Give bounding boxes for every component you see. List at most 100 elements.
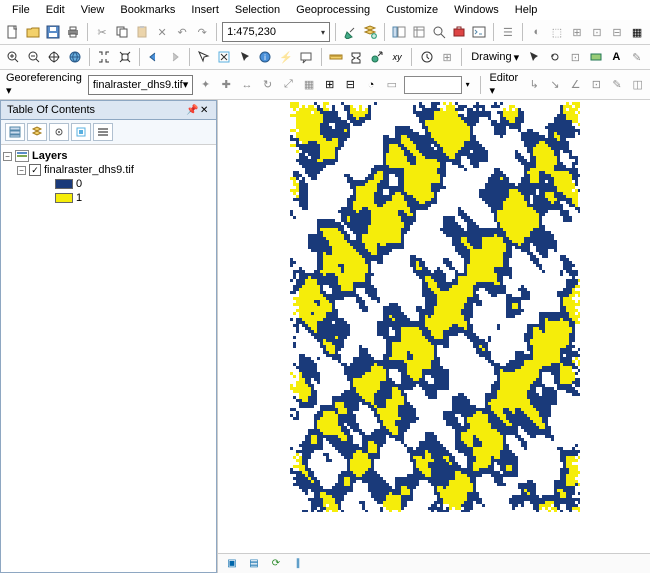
layout-view-button[interactable]: ▤: [246, 556, 262, 572]
search-button[interactable]: [430, 22, 448, 42]
menu-bookmarks[interactable]: Bookmarks: [112, 2, 183, 18]
rectangle-draw-button[interactable]: [587, 47, 605, 67]
pointer-tool[interactable]: [525, 47, 543, 67]
georef-shift[interactable]: ↔: [239, 75, 256, 95]
menu-file[interactable]: File: [4, 2, 38, 18]
georef-reset[interactable]: ▭: [383, 75, 400, 95]
georef-view-link[interactable]: ⊞: [321, 75, 338, 95]
tb-misc-5[interactable]: ⊟: [608, 22, 626, 42]
find-route-button[interactable]: [367, 47, 385, 67]
forward-extent-button[interactable]: [165, 47, 183, 67]
menu-view[interactable]: View: [73, 2, 113, 18]
zoom-drawing-button[interactable]: ⊡: [566, 47, 584, 67]
layer-visibility-checkbox[interactable]: ✓: [29, 164, 41, 176]
georef-rotate[interactable]: ↻: [259, 75, 276, 95]
editor-tool-3[interactable]: ∠: [567, 75, 584, 95]
redo-button[interactable]: ↷: [193, 22, 211, 42]
open-button[interactable]: [24, 22, 42, 42]
delete-button[interactable]: ✕: [153, 22, 171, 42]
tb-misc-1[interactable]: ◐: [528, 22, 546, 42]
rotate-tool[interactable]: [546, 47, 564, 67]
expander-layers[interactable]: −: [3, 152, 12, 161]
edit-vertices-button[interactable]: ✎: [628, 47, 646, 67]
toc-options[interactable]: [93, 123, 113, 141]
menu-edit[interactable]: Edit: [38, 2, 73, 18]
georef-add-points[interactable]: ✦: [197, 75, 214, 95]
create-viewer-button[interactable]: ⊞: [438, 47, 456, 67]
editor-tool-1[interactable]: ↳: [526, 75, 543, 95]
editor-menu[interactable]: Editor ▾: [487, 72, 521, 97]
measure-button[interactable]: [326, 47, 344, 67]
list-by-selection[interactable]: [71, 123, 91, 141]
map-canvas[interactable]: ▣ ▤ ⟳ ∥: [217, 100, 650, 573]
time-slider-button[interactable]: [417, 47, 435, 67]
dataframe-label[interactable]: Layers: [32, 150, 67, 162]
select-elements-button[interactable]: [236, 47, 254, 67]
editor-tool-2[interactable]: ↘: [547, 75, 564, 95]
menu-insert[interactable]: Insert: [183, 2, 227, 18]
georef-layer-selector[interactable]: finalraster_dhs9.tif▾: [88, 75, 193, 95]
scale-selector[interactable]: 1:475,230▾: [222, 22, 330, 42]
tb-misc-4[interactable]: ⊡: [588, 22, 606, 42]
georef-delete-link[interactable]: ⊟: [342, 75, 359, 95]
list-by-drawing-order[interactable]: [5, 123, 25, 141]
cut-button[interactable]: ✂: [93, 22, 111, 42]
paste-button[interactable]: [133, 22, 151, 42]
editor-tool-6[interactable]: ◫: [629, 75, 646, 95]
georef-link-table[interactable]: ▦: [301, 75, 318, 95]
add-data-button[interactable]: [361, 22, 379, 42]
text-tool-button[interactable]: A: [607, 47, 625, 67]
find-button[interactable]: [347, 47, 365, 67]
list-by-visibility[interactable]: [49, 123, 69, 141]
toc-button[interactable]: [390, 22, 408, 42]
zoom-in-button[interactable]: [4, 47, 22, 67]
georef-value-box[interactable]: [404, 76, 461, 94]
select-features-button[interactable]: [195, 47, 213, 67]
editor-tool-4[interactable]: ⊡: [588, 75, 605, 95]
identify-button[interactable]: i: [256, 47, 274, 67]
copy-button[interactable]: [113, 22, 131, 42]
zoom-out-button[interactable]: [24, 47, 42, 67]
close-icon[interactable]: ✕: [200, 105, 210, 115]
georef-measure[interactable]: ◔: [363, 75, 380, 95]
legend-label-1: 1: [76, 192, 82, 204]
new-doc-button[interactable]: [4, 22, 22, 42]
python-button[interactable]: [470, 22, 488, 42]
go-to-xy-button[interactable]: xy: [388, 47, 406, 67]
menu-help[interactable]: Help: [507, 2, 546, 18]
hyperlink-button[interactable]: ⚡: [277, 47, 295, 67]
tb-misc-6[interactable]: ▦: [628, 22, 646, 42]
georef-scale[interactable]: ⤢: [280, 75, 297, 95]
data-view-button[interactable]: ▣: [224, 556, 240, 572]
menu-selection[interactable]: Selection: [227, 2, 288, 18]
editor-tool-icon[interactable]: [341, 22, 359, 42]
tb-misc-3[interactable]: ⊞: [568, 22, 586, 42]
menu-windows[interactable]: Windows: [446, 2, 507, 18]
save-button[interactable]: [44, 22, 62, 42]
layer-label[interactable]: finalraster_dhs9.tif: [44, 164, 134, 176]
fixed-zoom-in-button[interactable]: [95, 47, 113, 67]
pan-button[interactable]: [45, 47, 63, 67]
pause-drawing-button[interactable]: ∥: [290, 556, 306, 572]
html-popup-button[interactable]: [297, 47, 315, 67]
arctoolbox-button[interactable]: [450, 22, 468, 42]
fixed-zoom-out-button[interactable]: [115, 47, 133, 67]
print-button[interactable]: [64, 22, 82, 42]
list-by-source[interactable]: [27, 123, 47, 141]
georef-auto[interactable]: ✚: [218, 75, 235, 95]
undo-button[interactable]: ↶: [173, 22, 191, 42]
menu-customize[interactable]: Customize: [378, 2, 446, 18]
back-extent-button[interactable]: [145, 47, 163, 67]
refresh-button[interactable]: ⟳: [268, 556, 284, 572]
pin-icon[interactable]: 📌: [186, 105, 196, 115]
full-extent-button[interactable]: [65, 47, 83, 67]
expander-raster[interactable]: −: [17, 166, 26, 175]
clear-selection-button[interactable]: [215, 47, 233, 67]
model-builder-button[interactable]: ☰: [499, 22, 517, 42]
tb-misc-2[interactable]: ⬚: [548, 22, 566, 42]
drawing-menu[interactable]: Drawing▾: [467, 51, 523, 64]
georeferencing-menu[interactable]: Georeferencing ▾: [4, 72, 84, 97]
editor-tool-5[interactable]: ✎: [609, 75, 626, 95]
catalog-button[interactable]: [410, 22, 428, 42]
menu-geoprocessing[interactable]: Geoprocessing: [288, 2, 378, 18]
